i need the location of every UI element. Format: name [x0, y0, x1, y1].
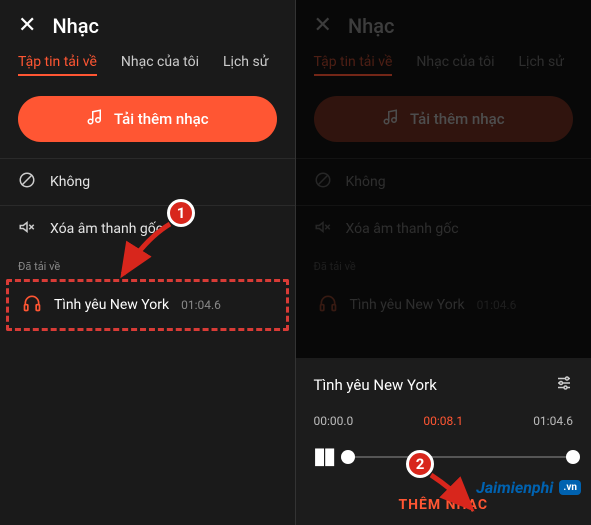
time-display: 00:00.0 00:08.1 01:04.6 [314, 414, 574, 428]
player-track-title: Tình yêu New York [314, 376, 437, 394]
load-more-music-button[interactable]: Tải thêm nhạc [314, 96, 574, 142]
option-remove-original-audio[interactable]: Xóa âm thanh gốc [0, 205, 295, 252]
headphones-icon [318, 293, 338, 317]
option-none-label: Không [346, 174, 386, 190]
mute-icon [18, 218, 36, 240]
callout-badge-1: 1 [167, 199, 195, 227]
close-icon[interactable]: ✕ [314, 15, 332, 37]
option-remove-original-audio[interactable]: Xóa âm thanh gốc [296, 205, 591, 252]
mute-icon [314, 218, 332, 240]
time-current: 00:08.1 [423, 414, 463, 428]
option-none[interactable]: Không [0, 158, 295, 205]
tab-bar: Tập tin tải về Nhạc của tôi Lịch sử [296, 48, 591, 78]
trim-slider[interactable] [348, 456, 573, 458]
pause-button[interactable]: ▮▮ [314, 444, 334, 469]
panel-left: ✕ Nhạc Tập tin tải về Nhạc của tôi Lịch … [0, 0, 296, 525]
watermark: Jaimienphi .vn [476, 478, 581, 497]
tab-history[interactable]: Lịch sử [223, 54, 268, 76]
track-duration: 01:04.6 [181, 298, 221, 312]
tab-history[interactable]: Lịch sử [519, 54, 564, 76]
watermark-suffix: .vn [559, 480, 581, 495]
section-downloaded: Đã tải về [296, 252, 591, 279]
settings-sliders-icon[interactable] [555, 374, 573, 396]
track-name: Tình yêu New York [350, 297, 465, 313]
panel-right: ✕ Nhạc Tập tin tải về Nhạc của tôi Lịch … [296, 0, 591, 525]
block-icon [18, 171, 36, 193]
load-more-music-label: Tải thêm nhạc [114, 110, 209, 128]
music-note-icon [382, 108, 400, 130]
track-row[interactable]: Tình yêu New York 01:04.6 [304, 281, 584, 329]
trim-handle-start[interactable] [341, 450, 355, 464]
music-note-icon [86, 108, 104, 130]
block-icon [314, 171, 332, 193]
page-title: Nhạc [348, 14, 395, 38]
page-title: Nhạc [52, 14, 99, 38]
track-duration: 01:04.6 [477, 298, 517, 312]
track-name: Tình yêu New York [54, 297, 169, 313]
trim-handle-end[interactable] [566, 450, 580, 464]
callout-badge-2: 2 [406, 450, 434, 478]
tab-my-music[interactable]: Nhạc của tôi [416, 54, 494, 76]
tab-downloads[interactable]: Tập tin tải về [18, 54, 97, 76]
player-panel: Tình yêu New York 00:00.0 00:08.1 01:04.… [296, 358, 591, 483]
section-downloaded: Đã tải về [0, 252, 295, 279]
headphones-icon [22, 293, 42, 317]
header: ✕ Nhạc [296, 0, 591, 48]
time-start: 00:00.0 [314, 414, 354, 428]
option-remove-original-label: Xóa âm thanh gốc [50, 221, 163, 237]
load-more-music-button[interactable]: Tải thêm nhạc [18, 96, 277, 142]
close-icon[interactable]: ✕ [18, 15, 36, 37]
tab-downloads[interactable]: Tập tin tải về [314, 54, 393, 76]
header: ✕ Nhạc [0, 0, 295, 48]
option-none[interactable]: Không [296, 158, 591, 205]
option-remove-original-label: Xóa âm thanh gốc [346, 221, 459, 237]
track-row[interactable]: Tình yêu New York 01:04.6 [8, 281, 287, 329]
watermark-text: Jaimienphi [476, 478, 553, 497]
option-none-label: Không [50, 174, 90, 190]
load-more-music-label: Tải thêm nhạc [410, 110, 505, 128]
tab-bar: Tập tin tải về Nhạc của tôi Lịch sử [0, 48, 295, 78]
tab-my-music[interactable]: Nhạc của tôi [121, 54, 199, 76]
time-end: 01:04.6 [533, 414, 573, 428]
